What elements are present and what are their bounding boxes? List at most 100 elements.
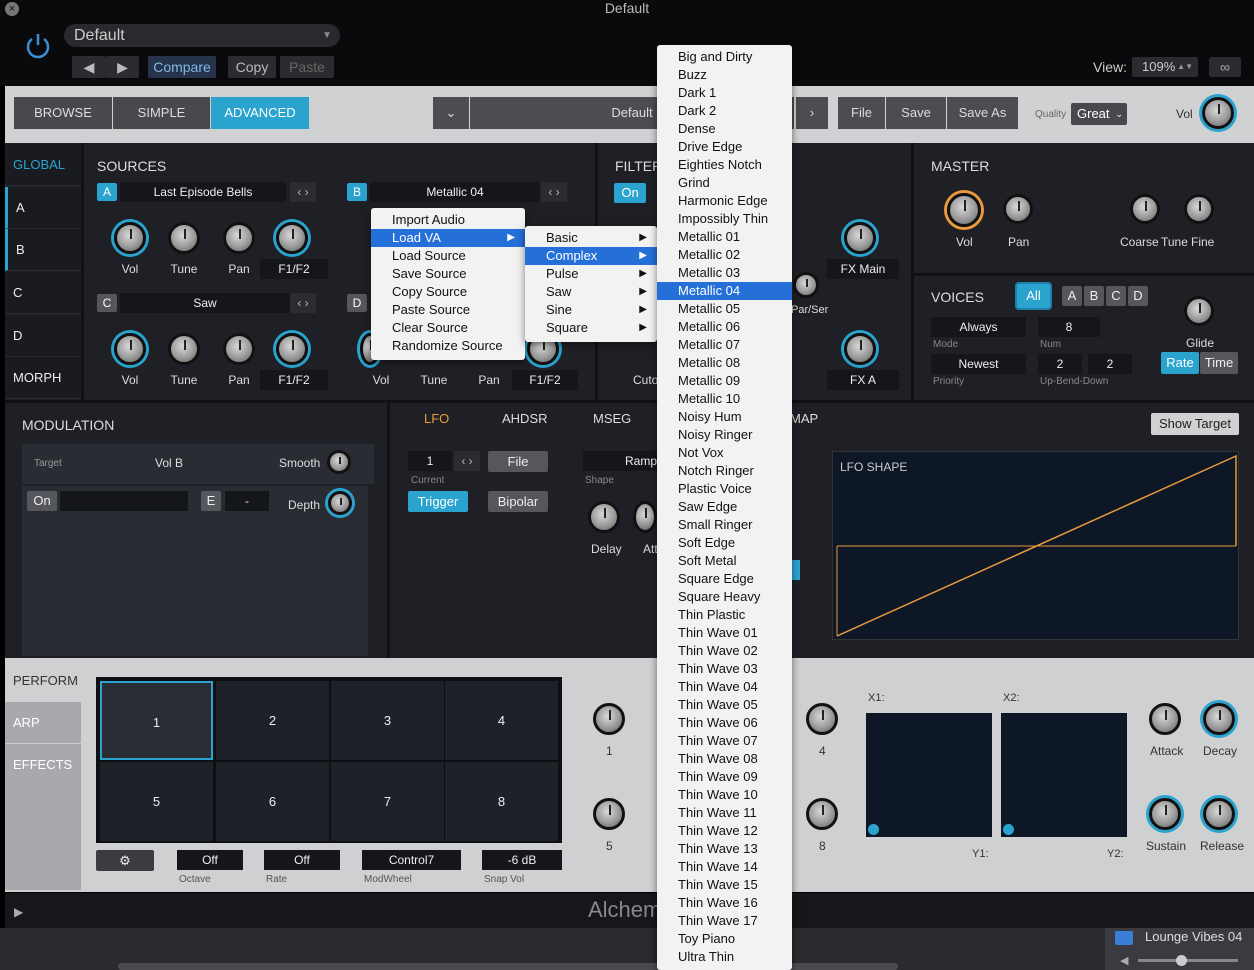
expand-triangle-icon[interactable]: ▶ [14, 905, 23, 919]
sidebar-a[interactable]: A [5, 187, 81, 229]
tab-lfo[interactable]: LFO [424, 411, 449, 426]
complex-item[interactable]: Dense [657, 120, 792, 138]
complex-item[interactable]: Toy Piano [657, 930, 792, 948]
release-knob[interactable] [1203, 798, 1235, 830]
voices-all-button[interactable]: All [1017, 284, 1050, 308]
menu-clear-source[interactable]: Clear Source [371, 319, 525, 337]
coarse-knob[interactable] [1130, 194, 1160, 224]
complex-item[interactable]: Thin Wave 13 [657, 840, 792, 858]
menu-load-source[interactable]: Load Source [371, 247, 525, 265]
lfo-nav-arrows[interactable]: ‹ › [454, 451, 480, 471]
par-ser-knob[interactable] [793, 272, 819, 298]
complex-item[interactable]: Metallic 01 [657, 228, 792, 246]
modwheel-select[interactable]: Control7 [362, 850, 461, 870]
complex-item[interactable]: Metallic 09 [657, 372, 792, 390]
settings-gear-icon[interactable]: ⚙ [96, 850, 154, 871]
complex-item[interactable]: Small Ringer [657, 516, 792, 534]
menu-load-va[interactable]: Load VA ▶ [371, 229, 525, 247]
va-saw[interactable]: Saw ▶ [525, 283, 657, 301]
mod-e-button[interactable]: E [201, 491, 221, 511]
complex-item[interactable]: Drive Edge [657, 138, 792, 156]
complex-item[interactable]: Buzz [657, 66, 792, 84]
view-zoom-select[interactable]: 109% ▲▼ [1132, 57, 1198, 77]
pad-4[interactable]: 4 [445, 681, 558, 760]
complex-item[interactable]: Notch Ringer [657, 462, 792, 480]
complex-item[interactable]: Thin Wave 14 [657, 858, 792, 876]
compare-button[interactable]: Compare [148, 56, 216, 78]
rate-select[interactable]: Off [264, 850, 340, 870]
next-preset-button[interactable]: ▶ [106, 56, 139, 78]
lfo-rate-slider[interactable] [792, 560, 800, 580]
target-value[interactable]: Vol B [155, 456, 183, 470]
fx-main-knob[interactable] [844, 222, 876, 254]
perform-tab[interactable]: PERFORM [5, 660, 81, 702]
smooth-knob[interactable] [327, 450, 351, 474]
complex-item[interactable]: Noisy Hum [657, 408, 792, 426]
source-a-vol-knob[interactable] [114, 222, 146, 254]
quality-select[interactable]: Great ⌄ [1071, 103, 1127, 125]
complex-item[interactable]: Thin Plastic [657, 606, 792, 624]
pad-2[interactable]: 2 [216, 681, 329, 760]
source-a-name[interactable]: Last Episode Bells [120, 182, 286, 202]
sidebar-b[interactable]: B [5, 229, 81, 271]
tab-ahdsr[interactable]: AHDSR [502, 411, 548, 426]
complex-item[interactable]: Thin Wave 04 [657, 678, 792, 696]
decay-knob[interactable] [1203, 703, 1235, 735]
master-volume-knob[interactable] [1202, 97, 1234, 129]
perform-knob-5[interactable] [593, 798, 625, 830]
source-c-tune-knob[interactable] [168, 333, 200, 365]
complex-item[interactable]: Thin Wave 10 [657, 786, 792, 804]
complex-item[interactable]: Thin Wave 11 [657, 804, 792, 822]
master-vol-knob[interactable] [947, 193, 981, 227]
bend-up-select[interactable]: 2 [1038, 354, 1082, 374]
complex-item[interactable]: Thin Wave 15 [657, 876, 792, 894]
next-preset-arrow-icon[interactable]: › [796, 97, 828, 129]
priority-select[interactable]: Newest [931, 354, 1026, 374]
complex-item[interactable]: Thin Wave 08 [657, 750, 792, 768]
simple-mode-button[interactable]: SIMPLE [113, 97, 210, 129]
time-button[interactable]: Time [1200, 352, 1238, 374]
snap-vol-select[interactable]: -6 dB [482, 850, 562, 870]
effects-tab[interactable]: EFFECTS [5, 744, 81, 788]
fx-main-select[interactable]: FX Main [827, 259, 899, 279]
source-b-badge[interactable]: B [347, 183, 367, 201]
source-a-pan-knob[interactable] [223, 222, 255, 254]
menu-paste-source[interactable]: Paste Source [371, 301, 525, 319]
complex-item[interactable]: Metallic 08 [657, 354, 792, 372]
va-pulse[interactable]: Pulse ▶ [525, 265, 657, 283]
source-b-nav-arrows[interactable]: ‹ › [541, 182, 567, 202]
prev-preset-button[interactable]: ◀ [72, 56, 106, 78]
source-c-pan-knob[interactable] [223, 333, 255, 365]
xy-pad-2[interactable] [1001, 713, 1127, 837]
complex-item[interactable]: Metallic 02 [657, 246, 792, 264]
menu-save-source[interactable]: Save Source [371, 265, 525, 283]
glide-knob[interactable] [1184, 296, 1214, 326]
complex-item[interactable]: Thin Wave 07 [657, 732, 792, 750]
lfo-file-button[interactable]: File [488, 451, 548, 472]
pad-6[interactable]: 6 [216, 762, 329, 841]
source-b-name[interactable]: Metallic 04 [370, 182, 540, 202]
link-icon[interactable]: ∞ [1209, 57, 1241, 77]
bipolar-button[interactable]: Bipolar [488, 491, 548, 512]
tab-mseg[interactable]: MSEG [593, 411, 631, 426]
source-a-tune-knob[interactable] [168, 222, 200, 254]
complex-item[interactable]: Soft Edge [657, 534, 792, 552]
complex-item[interactable]: Thin Wave 05 [657, 696, 792, 714]
complex-item[interactable]: Impossibly Thin [657, 210, 792, 228]
delay-knob[interactable] [588, 501, 620, 533]
complex-item[interactable]: Eighties Notch [657, 156, 792, 174]
attack-knob-partial[interactable] [633, 501, 657, 533]
sustain-knob[interactable] [1149, 798, 1181, 830]
source-c-nav-arrows[interactable]: ‹ › [290, 293, 316, 313]
source-c-badge[interactable]: C [97, 294, 117, 312]
source-c-name[interactable]: Saw [120, 293, 290, 313]
source-a-nav-arrows[interactable]: ‹ › [290, 182, 316, 202]
volume-slider[interactable] [1138, 955, 1238, 966]
tab-map[interactable]: MAP [790, 411, 818, 426]
preset-menu-chevron-icon[interactable]: ⌄ [433, 97, 469, 129]
fine-knob[interactable] [1184, 194, 1214, 224]
complex-item[interactable]: Big and Dirty [657, 48, 792, 66]
complex-item[interactable]: Thin Wave 16 [657, 894, 792, 912]
complex-item[interactable]: Soft Metal [657, 552, 792, 570]
complex-item[interactable]: Metallic 03 [657, 264, 792, 282]
